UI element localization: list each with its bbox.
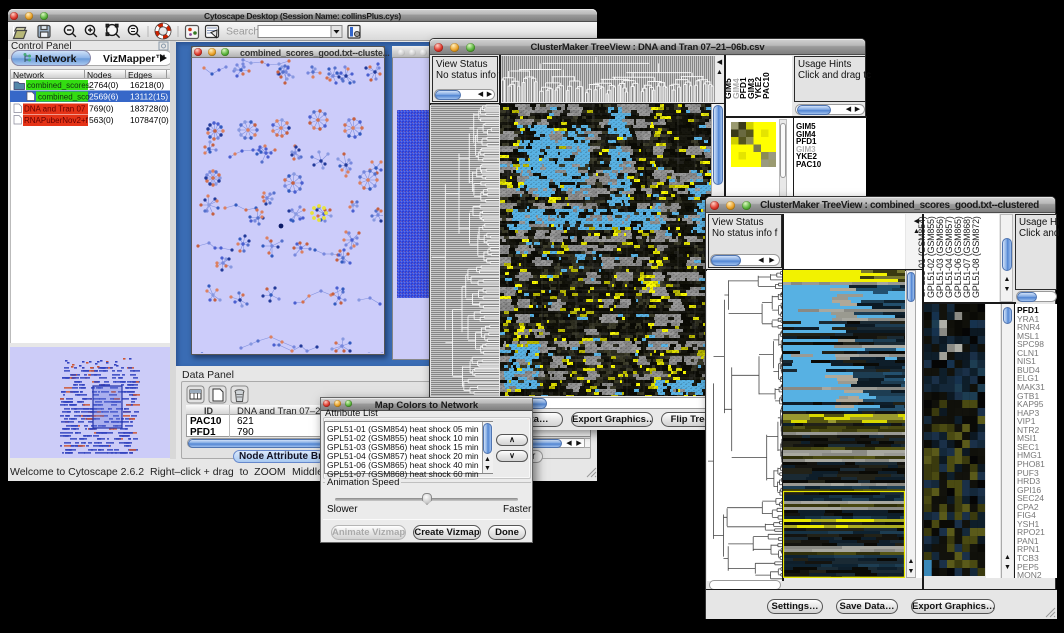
svg-text:2764(0)16218(0) 769(0)183728(0: 2764(0)16218(0) 769(0)183728(0) 563(0)10…	[89, 80, 171, 125]
svg-text:DNA and Tran 07RNAPuberNov2+f: DNA and Tran 07RNAPuberNov2+f	[24, 105, 89, 126]
svg-text:combined_scores_: combined_scores_	[27, 81, 95, 90]
svg-text:combined_sco: combined_sco	[38, 93, 90, 102]
svg-text:Search:: Search:	[226, 26, 262, 38]
